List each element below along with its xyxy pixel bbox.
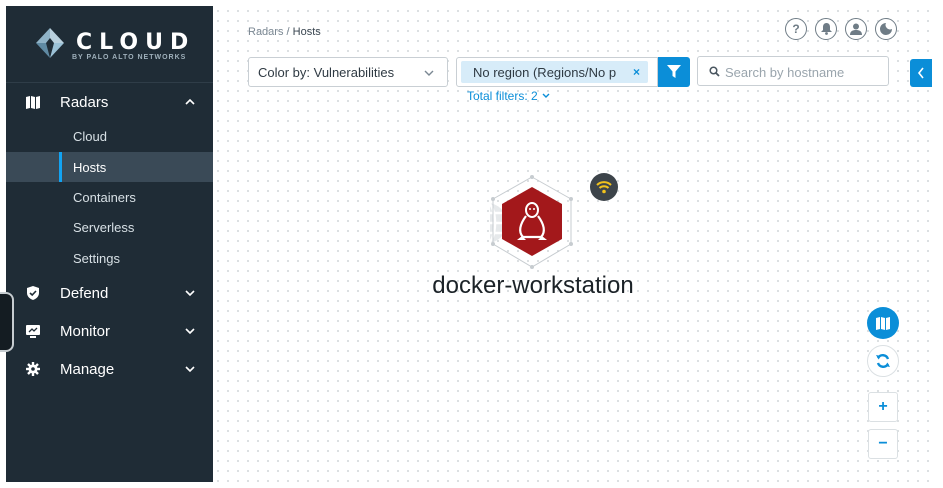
sidebar-item-cloud[interactable]: Cloud (6, 121, 213, 151)
refresh-icon (876, 354, 890, 368)
breadcrumb: Radars / Hosts (248, 26, 321, 38)
sidebar: CLOUD BY PALO ALTO NETWORKS Radars Cloud… (6, 6, 213, 482)
color-by-select[interactable]: Color by: Vulnerabilities (248, 57, 448, 87)
radar-view-button[interactable] (867, 307, 899, 339)
nav-divider (6, 82, 213, 83)
nav-section-label: Monitor (60, 322, 111, 340)
notifications-icon[interactable] (815, 18, 837, 40)
nav-section-defend[interactable]: Defend (6, 276, 213, 310)
chevron-up-icon (185, 98, 195, 105)
hostname-search[interactable] (697, 56, 889, 86)
filter-input[interactable]: No region (Regions/No p × (456, 57, 658, 87)
filter-chip-label: No region (Regions/No p (473, 64, 617, 80)
sidebar-item-label: Cloud (73, 128, 107, 144)
chevron-down-icon (185, 290, 195, 297)
search-input[interactable] (725, 63, 880, 81)
radar-canvas[interactable]: Radars / Hosts ? Color by: Vulnerabiliti… (213, 6, 935, 482)
sidebar-item-settings[interactable]: Settings (6, 243, 213, 273)
gear-icon (26, 362, 40, 376)
filter-button[interactable] (658, 57, 690, 87)
sidebar-item-hosts[interactable]: Hosts (6, 152, 213, 182)
wifi-icon (590, 173, 618, 201)
filter-icon (667, 65, 681, 78)
theme-icon[interactable] (875, 18, 897, 40)
breadcrumb-separator: / (283, 26, 293, 38)
chevron-down-icon (185, 366, 195, 373)
logo-mark-icon (36, 28, 64, 58)
nav-section-manage[interactable]: Manage (6, 352, 213, 386)
sidebar-item-label: Settings (73, 250, 120, 266)
search-icon (709, 66, 720, 77)
chevron-down-icon (424, 70, 434, 76)
color-by-label: Color by: Vulnerabilities (258, 64, 395, 80)
user-icon[interactable] (845, 18, 867, 40)
logo: CLOUD BY PALO ALTO NETWORKS (6, 6, 213, 82)
nav-section-label: Radars (60, 93, 109, 111)
breadcrumb-current: Hosts (292, 26, 321, 38)
help-icon[interactable]: ? (785, 18, 807, 40)
filter-chip-remove-button[interactable]: × (633, 65, 640, 79)
filter-chip[interactable]: No region (Regions/No p × (461, 61, 648, 83)
zoom-in-button[interactable]: + (868, 392, 898, 422)
app-root: CLOUD BY PALO ALTO NETWORKS Radars Cloud… (0, 0, 943, 488)
nav-section-monitor[interactable]: Monitor (6, 314, 213, 348)
total-filters-toggle[interactable]: Total filters: 2 (467, 89, 551, 103)
host-node-label: docker-workstation (432, 272, 634, 299)
refresh-button[interactable] (867, 345, 899, 377)
logo-text: CLOUD (76, 30, 196, 55)
chevron-down-icon (185, 328, 195, 335)
header-icons: ? (785, 18, 897, 40)
sidebar-item-serverless[interactable]: Serverless (6, 212, 213, 242)
monitor-icon (26, 324, 40, 338)
sidebar-item-label: Serverless (73, 219, 135, 235)
nav-section-label: Manage (60, 360, 115, 378)
radar-icon (26, 95, 40, 109)
drag-handle[interactable] (0, 292, 14, 352)
nav-section-radars[interactable]: Radars (6, 85, 213, 119)
chevron-left-icon (917, 67, 924, 79)
sidebar-item-containers[interactable]: Containers (6, 182, 213, 212)
sidebar-item-label: Containers (73, 189, 136, 205)
logo-subtitle: BY PALO ALTO NETWORKS (72, 54, 187, 61)
nav-section-label: Defend (60, 284, 109, 302)
node-hexagon (502, 187, 562, 256)
sidebar-item-label: Hosts (73, 159, 107, 175)
open-panel-button[interactable] (910, 59, 932, 87)
chevron-down-icon (542, 93, 550, 98)
host-node[interactable] (490, 174, 600, 269)
zoom-out-button[interactable]: − (868, 429, 898, 459)
breadcrumb-parent[interactable]: Radars (248, 26, 283, 38)
radar-icon (876, 316, 890, 330)
shield-icon (26, 286, 40, 300)
total-filters-label: Total filters: 2 (467, 89, 538, 103)
